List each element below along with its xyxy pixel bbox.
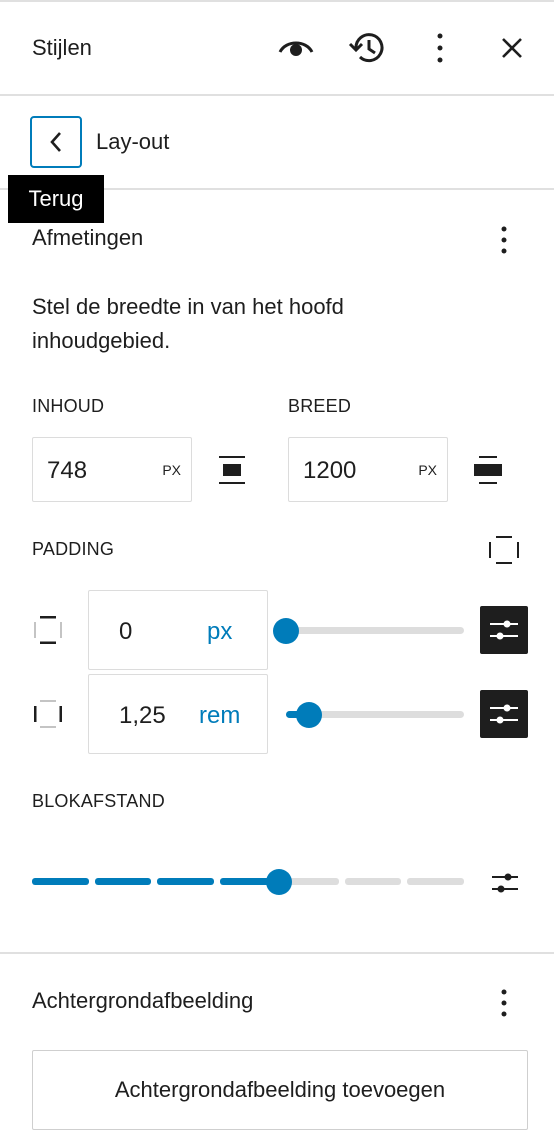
top-border — [0, 0, 554, 2]
description-line-1: Stel de breedte in van het hoofd — [32, 294, 344, 319]
padding-vertical-value: 0 — [119, 618, 133, 645]
background-options-icon[interactable] — [490, 985, 518, 1021]
nav-title: Lay-out — [96, 129, 170, 154]
block-spacing-custom-icon[interactable] — [488, 866, 522, 900]
history-icon[interactable] — [346, 28, 388, 68]
wide-width-unit[interactable]: PX — [418, 462, 437, 478]
block-spacing-step[interactable] — [157, 878, 214, 885]
panel-title: Stijlen — [32, 35, 92, 60]
wide-width-label: BREED — [288, 396, 352, 416]
header-divider — [0, 94, 554, 96]
padding-vertical-slider-thumb[interactable] — [273, 618, 299, 644]
back-button[interactable] — [30, 116, 82, 168]
block-spacing-step[interactable] — [32, 878, 89, 885]
align-wide-icon — [470, 452, 506, 488]
padding-horizontal-value: 1,25 — [119, 702, 166, 729]
padding-label: PADDING — [32, 539, 115, 559]
padding-horizontal-icon — [32, 698, 64, 730]
more-vertical-icon[interactable] — [426, 30, 454, 66]
block-spacing-step[interactable] — [344, 878, 402, 885]
padding-vertical-slider-track[interactable] — [286, 627, 464, 634]
block-spacing-step[interactable] — [94, 878, 152, 885]
padding-vertical-icon — [32, 614, 64, 646]
wide-width-value: 1200 — [303, 457, 357, 484]
section-divider — [0, 952, 554, 954]
dimensions-title: Afmetingen — [32, 225, 144, 250]
eye-icon[interactable] — [276, 30, 316, 66]
background-image-title: Achtergrondafbeelding — [32, 988, 254, 1013]
description-line-2: inhoudgebied. — [32, 328, 171, 353]
padding-horizontal-slider-thumb[interactable] — [296, 702, 323, 728]
block-spacing-step[interactable] — [407, 878, 464, 885]
padding-sides-toggle-icon[interactable] — [486, 532, 522, 568]
chevron-left-icon — [50, 132, 61, 152]
content-width-value: 748 — [47, 457, 88, 484]
settings-sliders-icon — [490, 620, 518, 640]
padding-horizontal-input[interactable]: 1,25 rem — [88, 674, 268, 754]
back-tooltip: Terug — [8, 175, 104, 223]
content-width-label: INHOUD — [32, 396, 105, 416]
settings-sliders-icon — [490, 704, 518, 724]
block-spacing-label: BLOKAFSTAND — [32, 791, 165, 811]
block-spacing-slider-thumb[interactable] — [266, 869, 293, 895]
align-content-icon — [214, 452, 250, 488]
dimensions-options-icon[interactable] — [490, 222, 518, 258]
content-width-input[interactable]: 748 PX — [32, 437, 192, 502]
close-icon[interactable] — [496, 32, 528, 64]
padding-horizontal-custom-button[interactable] — [480, 690, 528, 738]
add-background-image-button[interactable]: Achtergrondafbeelding toevoegen — [32, 1050, 528, 1130]
padding-vertical-custom-button[interactable] — [480, 606, 528, 654]
padding-vertical-input[interactable]: 0 px — [88, 590, 268, 670]
wide-width-input[interactable]: 1200 PX — [288, 437, 448, 502]
padding-vertical-unit[interactable]: px — [207, 618, 232, 646]
content-width-unit[interactable]: PX — [162, 462, 181, 478]
padding-horizontal-unit[interactable]: rem — [199, 702, 240, 730]
dimensions-description: Stel de breedte in van het hoofd inhoudg… — [32, 290, 344, 358]
